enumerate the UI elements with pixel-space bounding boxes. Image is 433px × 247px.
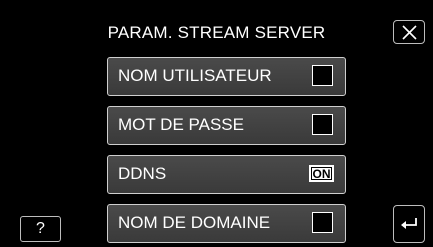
back-arrow-icon (401, 218, 417, 229)
checkbox-nom-utilisateur[interactable] (312, 65, 333, 86)
menu-item-mot-de-passe[interactable]: MOT DE PASSE (107, 106, 346, 145)
ddns-on-badge: ON (309, 165, 334, 182)
checkbox-nom-de-domaine[interactable] (312, 212, 333, 233)
on-badge-text: ON (311, 167, 332, 181)
checkbox-mot-de-passe[interactable] (312, 114, 333, 135)
menu-item-label: DDNS (118, 164, 167, 183)
menu-item-label: MOT DE PASSE (118, 115, 244, 134)
back-button[interactable] (393, 205, 425, 243)
close-button[interactable] (393, 20, 425, 44)
screen-title: PARAM. STREAM SERVER (107, 23, 326, 42)
help-button[interactable]: ? (20, 216, 61, 242)
menu-item-ddns[interactable]: DDNS ON (107, 155, 346, 194)
menu-item-nom-de-domaine[interactable]: NOM DE DOMAINE (107, 204, 346, 243)
close-icon (402, 25, 417, 40)
menu-item-label: NOM UTILISATEUR (118, 66, 272, 85)
menu-item-label: NOM DE DOMAINE (118, 213, 271, 232)
menu-item-nom-utilisateur[interactable]: NOM UTILISATEUR (107, 57, 346, 96)
